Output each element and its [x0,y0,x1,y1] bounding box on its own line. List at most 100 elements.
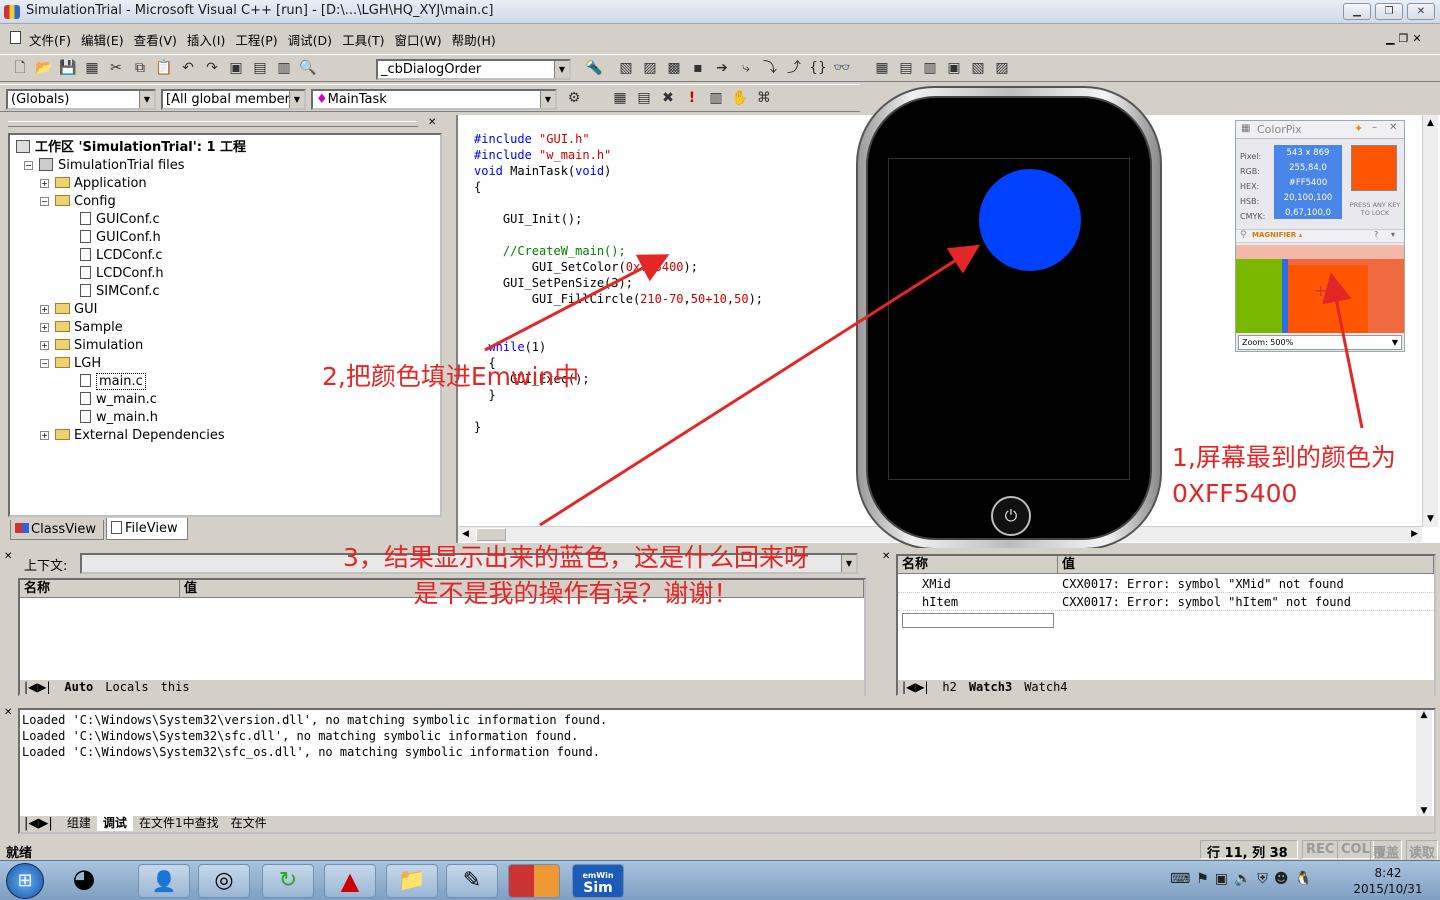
tab-locals[interactable]: Locals [99,680,154,694]
exclaim-icon[interactable]: ! [681,87,703,109]
watch-grid[interactable]: 名称 值 XMid CXX0017: Error: symbol "XMid" n… [896,554,1436,696]
tree-folder-simulation[interactable]: + Simulation [16,337,434,355]
save-icon[interactable]: 💾 [57,57,79,79]
callstack-icon[interactable]: ▣ [943,57,965,79]
taskbar-app-8[interactable] [508,864,560,898]
colorpix-values[interactable]: 543 x 869 255,84,0 #FF5400 20,100,100 0,67,1… [1274,145,1342,219]
menu-edit[interactable]: 编辑(E) [76,26,129,53]
breakpoint-icon[interactable]: ⤷ [735,57,757,79]
source-code[interactable]: #include "GUI.h" #include "w_main.h" void … [474,115,763,467]
remove-icon[interactable]: ✖ [657,87,679,109]
tree-folder-sample[interactable]: + Sample [16,319,434,337]
open-icon[interactable]: 📂 [33,57,55,79]
start-button[interactable]: ⊞ [6,863,44,899]
taskbar-app-3[interactable]: ◎ [198,864,250,898]
taskbar-app-1[interactable]: ◕ [58,864,110,898]
minimize-button[interactable]: ▁ [1343,3,1371,20]
tree-file[interactable]: SIMConf.c [16,283,434,301]
tab-h2[interactable]: h2 [936,680,962,694]
step-into-icon[interactable]: ⤵ [759,57,781,79]
menu-project[interactable]: 工程(P) [230,26,282,53]
restore-button[interactable]: ❐ [1375,3,1403,20]
undo-icon[interactable]: ↶ [177,57,199,79]
magnifier-menu-icon[interactable]: ▾ [1391,230,1395,239]
taskbar-app-6[interactable]: 📁 [386,864,438,898]
tab-find2[interactable]: 在文件 [225,816,273,831]
disasm-icon[interactable]: ▧ [967,57,989,79]
tree-folder-gui[interactable]: + GUI [16,301,434,319]
mdi-controls[interactable]: ▁❐✕ [1386,32,1426,45]
tab-auto[interactable]: Auto [58,680,99,694]
tab-scroll-icon[interactable]: |◀▶| [20,680,55,694]
cut-icon[interactable]: ✂ [105,57,127,79]
taskbar-app-4[interactable]: ↻ [262,864,314,898]
execute-icon[interactable]: ▪ [687,57,709,79]
redo-icon[interactable]: ↷ [201,57,223,79]
tree-folder-config[interactable]: − Config [16,193,434,211]
tree-file[interactable]: w_main.c [16,391,434,409]
watch-close-icon[interactable]: ✕ [882,551,890,562]
tree-workspace[interactable]: 工作区 'SimulationTrial': 1 工程 [16,139,434,157]
build-icon[interactable]: ▨ [639,57,661,79]
colorpix-minimize-icon[interactable]: – [1372,122,1377,133]
colorpix-close-icon[interactable]: ✕ [1389,122,1397,133]
taskbar-emwin[interactable]: emWin Sim [572,864,624,898]
quickwatch-icon[interactable]: ▨ [991,57,1013,79]
resource-icon[interactable]: ▤ [633,87,655,109]
find-in-files-icon[interactable]: 🔦 [583,57,605,79]
tree-folder-external[interactable]: + External Dependencies [16,427,434,445]
wizard-action-icon[interactable]: ⚙ [563,87,585,109]
output-close-icon[interactable]: ✕ [4,707,12,718]
close-button[interactable]: ✕ [1407,3,1435,20]
tab-classview[interactable]: ClassView [10,520,104,540]
tree-file[interactable]: GUIConf.c [16,211,434,229]
output-text[interactable]: Loaded 'C:\Windows\System32\version.dll'… [18,708,1436,834]
panel-grip[interactable] [8,121,418,127]
color-swatch[interactable] [1351,145,1397,191]
clock[interactable]: 8:42 2015/10/31 [1352,865,1424,897]
stop-build-icon[interactable]: ▩ [663,57,685,79]
tab-find1[interactable]: 在文件1中查找 [133,816,225,831]
menu-view[interactable]: 查看(V) [129,26,182,53]
variables-close-icon[interactable]: ✕ [4,551,12,562]
tab-fileview[interactable]: FileView [106,518,188,540]
panel-close-icon[interactable]: ✕ [428,117,436,128]
menu-help[interactable]: 帮助(H) [447,26,501,53]
hand-icon[interactable]: ✋ [729,87,751,109]
registers-icon[interactable]: ▥ [919,57,941,79]
step-out-icon[interactable]: {} [807,57,829,79]
function-combo[interactable]: ♦MainTask ▼ [311,89,557,110]
tab-watch4[interactable]: Watch4 [1018,680,1073,694]
menu-insert[interactable]: 插入(I) [182,26,230,53]
windows-icon[interactable]: ▥ [273,57,295,79]
taskbar-app-7[interactable]: ✎ [446,864,498,898]
tree-file[interactable]: GUIConf.h [16,229,434,247]
step-over-icon[interactable]: ⤴ [783,57,805,79]
copy-icon[interactable]: ⧉ [129,57,151,79]
paste-icon[interactable]: 📋 [153,57,175,79]
tree-root[interactable]: − SimulationTrial files [16,157,434,175]
lcd-screen[interactable] [888,158,1130,480]
magnifier-help-icon[interactable]: ? [1374,230,1378,239]
output-icon[interactable]: ▤ [249,57,271,79]
tab-scroll-icon[interactable]: |◀▶| [20,816,57,831]
find-icon[interactable]: 🔍 [297,57,319,79]
memory-icon[interactable]: ▦ [871,57,893,79]
globals-combo[interactable]: (Globals) ▼ [6,89,156,110]
tab-scroll-icon[interactable]: |◀▶| [898,680,933,694]
tab-debug[interactable]: 调试 [96,816,133,831]
watch-new-entry[interactable] [902,613,1054,628]
menu-debug[interactable]: 调试(D) [283,26,337,53]
tree-file[interactable]: LCDConf.c [16,247,434,265]
menu-tools[interactable]: 工具(T) [337,26,389,53]
members-combo[interactable]: [All global members ▼ [161,89,306,110]
colorpix-pin-icon[interactable]: ✦ [1354,122,1363,135]
tab-build[interactable]: 组建 [61,816,97,831]
watch-icon[interactable]: 👓 [831,57,853,79]
tab-watch3[interactable]: Watch3 [963,680,1018,694]
watch-row[interactable]: XMid CXX0017: Error: symbol "XMid" not fo… [898,575,1434,593]
save-all-icon[interactable]: ▦ [81,57,103,79]
menu-file[interactable]: 文件(F) [24,26,76,53]
taskbar-app-2[interactable]: 👤 [138,864,190,898]
vertical-scrollbar[interactable]: ▲ ▼ [1422,115,1438,527]
